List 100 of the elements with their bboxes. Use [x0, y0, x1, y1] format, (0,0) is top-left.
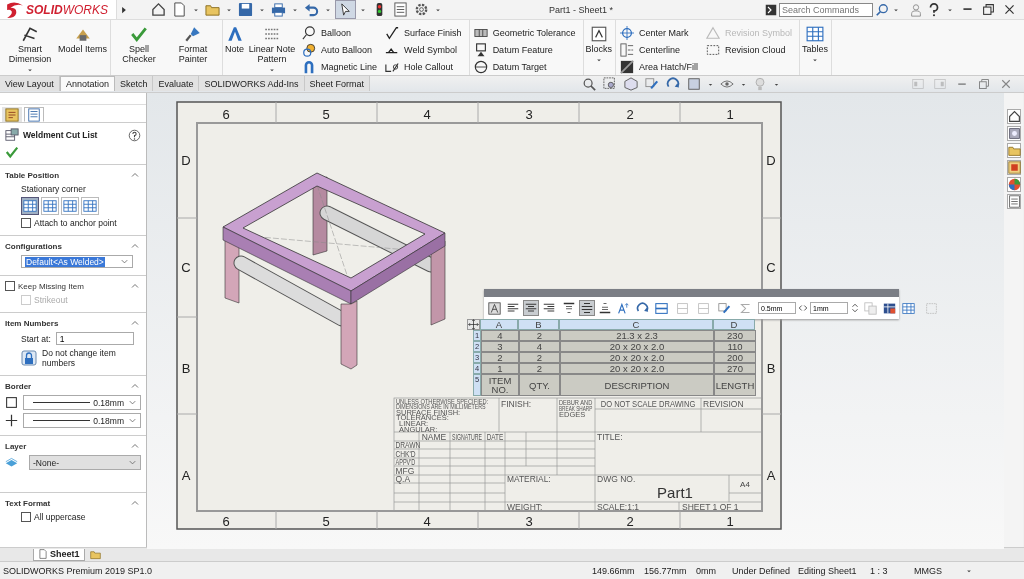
close-icon [1000, 78, 1012, 90]
column-header: DATE [486, 432, 504, 443]
panel-tab[interactable] [24, 107, 44, 122]
zone-label: 6 [222, 107, 230, 122]
ribbon-button[interactable]: Hole Callout [385, 59, 462, 74]
corner-button[interactable] [81, 197, 99, 215]
restore-button[interactable] [980, 2, 997, 17]
zone-label: 1 [726, 514, 734, 529]
ribbon-button[interactable]: Area Hatch/Fill [620, 59, 699, 74]
list-button[interactable] [1007, 194, 1021, 209]
pointer-button[interactable] [335, 0, 356, 19]
corner-button[interactable] [21, 197, 39, 215]
ribbon-button[interactable]: Blocks [585, 22, 612, 75]
palette-button[interactable] [1007, 160, 1021, 175]
option-label: Do not change item numbers [42, 348, 117, 368]
ribbon-button[interactable]: Revision Cloud [706, 42, 793, 57]
ribbon-button[interactable]: Geometric Tolerance [473, 25, 576, 40]
align-right-icon [543, 302, 555, 314]
printer-button[interactable] [269, 1, 288, 18]
add-sheet-button[interactable] [87, 548, 103, 561]
row-label: CHK'D [395, 449, 416, 460]
ribbon-button[interactable]: Tables [802, 22, 829, 75]
zone-label: 5 [322, 107, 330, 122]
column-letter[interactable]: B [518, 319, 559, 330]
feature-tree-icon [5, 107, 19, 122]
list-button[interactable] [391, 1, 410, 18]
ribbon-button[interactable]: Surface Finish [385, 25, 462, 40]
zone-label: B [766, 361, 776, 376]
start-field[interactable]: 1 [55, 332, 134, 345]
alignment-button[interactable] [579, 300, 595, 316]
save-button[interactable] [236, 1, 255, 18]
ribbon-button[interactable]: Model Items [58, 22, 108, 75]
command-tab[interactable]: Annotation [59, 76, 115, 91]
field-label: WEIGHT: [507, 502, 543, 512]
status-field: Under Defined [732, 565, 798, 576]
column-letter[interactable]: D [713, 319, 755, 330]
sigma-icon [739, 301, 752, 315]
table-cell: LENGTH [714, 374, 756, 396]
parts-button[interactable] [1007, 126, 1021, 141]
command-tab[interactable]: Sketch [114, 76, 154, 91]
settings-icon [414, 2, 429, 17]
command-tab[interactable]: SOLIDWORKS Add-Ins [199, 76, 305, 91]
folder-icon [205, 2, 220, 17]
minimize-icon [961, 8, 974, 11]
panel-tab[interactable] [2, 107, 22, 122]
alignment-button[interactable] [523, 300, 539, 316]
zone-label: 1 [726, 107, 734, 122]
minimize-icon [956, 82, 968, 86]
restore-icon [982, 3, 995, 16]
ribbon-button[interactable]: Datum Target [473, 59, 576, 74]
column-letter[interactable]: A [480, 319, 518, 330]
corner-button[interactable] [61, 197, 79, 215]
ribbon-button[interactable]: Datum Feature [473, 42, 576, 57]
ribbon-button[interactable]: Auto Balloon [302, 42, 378, 57]
corner-button[interactable] [41, 197, 59, 215]
ribbon-button[interactable]: Note [225, 22, 245, 75]
checkbox[interactable] [21, 218, 31, 228]
ribbon-button[interactable]: Center Mark [620, 25, 699, 40]
section-title: Border [5, 381, 32, 391]
ribbon-button[interactable]: Smart Dimension [4, 22, 56, 75]
column-letter[interactable]: C [559, 319, 713, 330]
configuration-dropdown[interactable]: Default<As Welded> [21, 255, 133, 268]
ribbon-button[interactable]: Magnetic Line [302, 59, 378, 74]
alignment-button[interactable] [597, 300, 613, 316]
command-tab[interactable]: Evaluate [153, 76, 200, 91]
ribbon-button[interactable]: Balloon [302, 25, 378, 40]
datum-icon [473, 42, 488, 57]
sheet-tab[interactable]: Sheet1 [33, 548, 85, 561]
tile-right-button[interactable] [932, 77, 948, 91]
ribbon-button[interactable]: Weld Symbol [385, 42, 462, 57]
table-cell: 3 [481, 341, 519, 352]
home-button[interactable] [149, 1, 168, 18]
search-field[interactable]: Search Commands [779, 2, 873, 17]
alignment-button[interactable] [561, 300, 577, 316]
command-tab[interactable]: View Layout [0, 76, 60, 91]
home-icon [1008, 110, 1021, 123]
undo-button[interactable] [302, 1, 321, 18]
line-weight-dropdown[interactable]: 0.18mm [23, 395, 141, 410]
home-icon [151, 2, 166, 17]
table-cell: ITEM NO. [481, 374, 519, 396]
row-label: Q.A [395, 474, 411, 485]
folder-button[interactable] [1007, 143, 1021, 158]
ribbon-button[interactable]: Centerline [620, 42, 699, 57]
align-top-icon [563, 302, 575, 314]
ribbon-button[interactable]: Spell Checker [113, 22, 166, 75]
line-weight-dropdown[interactable]: 0.18mm [23, 413, 141, 428]
ribbon-button[interactable]: Format Painter [167, 22, 220, 75]
sphere-button[interactable] [1007, 177, 1021, 192]
lock-button[interactable] [21, 350, 37, 366]
layer-dropdown[interactable]: -None- [29, 455, 141, 470]
home-button[interactable] [1007, 109, 1021, 124]
ribbon-button[interactable]: Linear Note Pattern [246, 22, 299, 75]
zoom-area-icon [603, 77, 618, 91]
align-left-icon [507, 302, 519, 314]
checkbox[interactable] [5, 281, 15, 291]
move-icon [468, 319, 479, 330]
tile-left-button[interactable] [910, 77, 926, 91]
checkbox[interactable] [21, 512, 31, 522]
command-tab[interactable]: Sheet Format [304, 76, 371, 91]
field-label: DWG NO. [597, 474, 636, 484]
